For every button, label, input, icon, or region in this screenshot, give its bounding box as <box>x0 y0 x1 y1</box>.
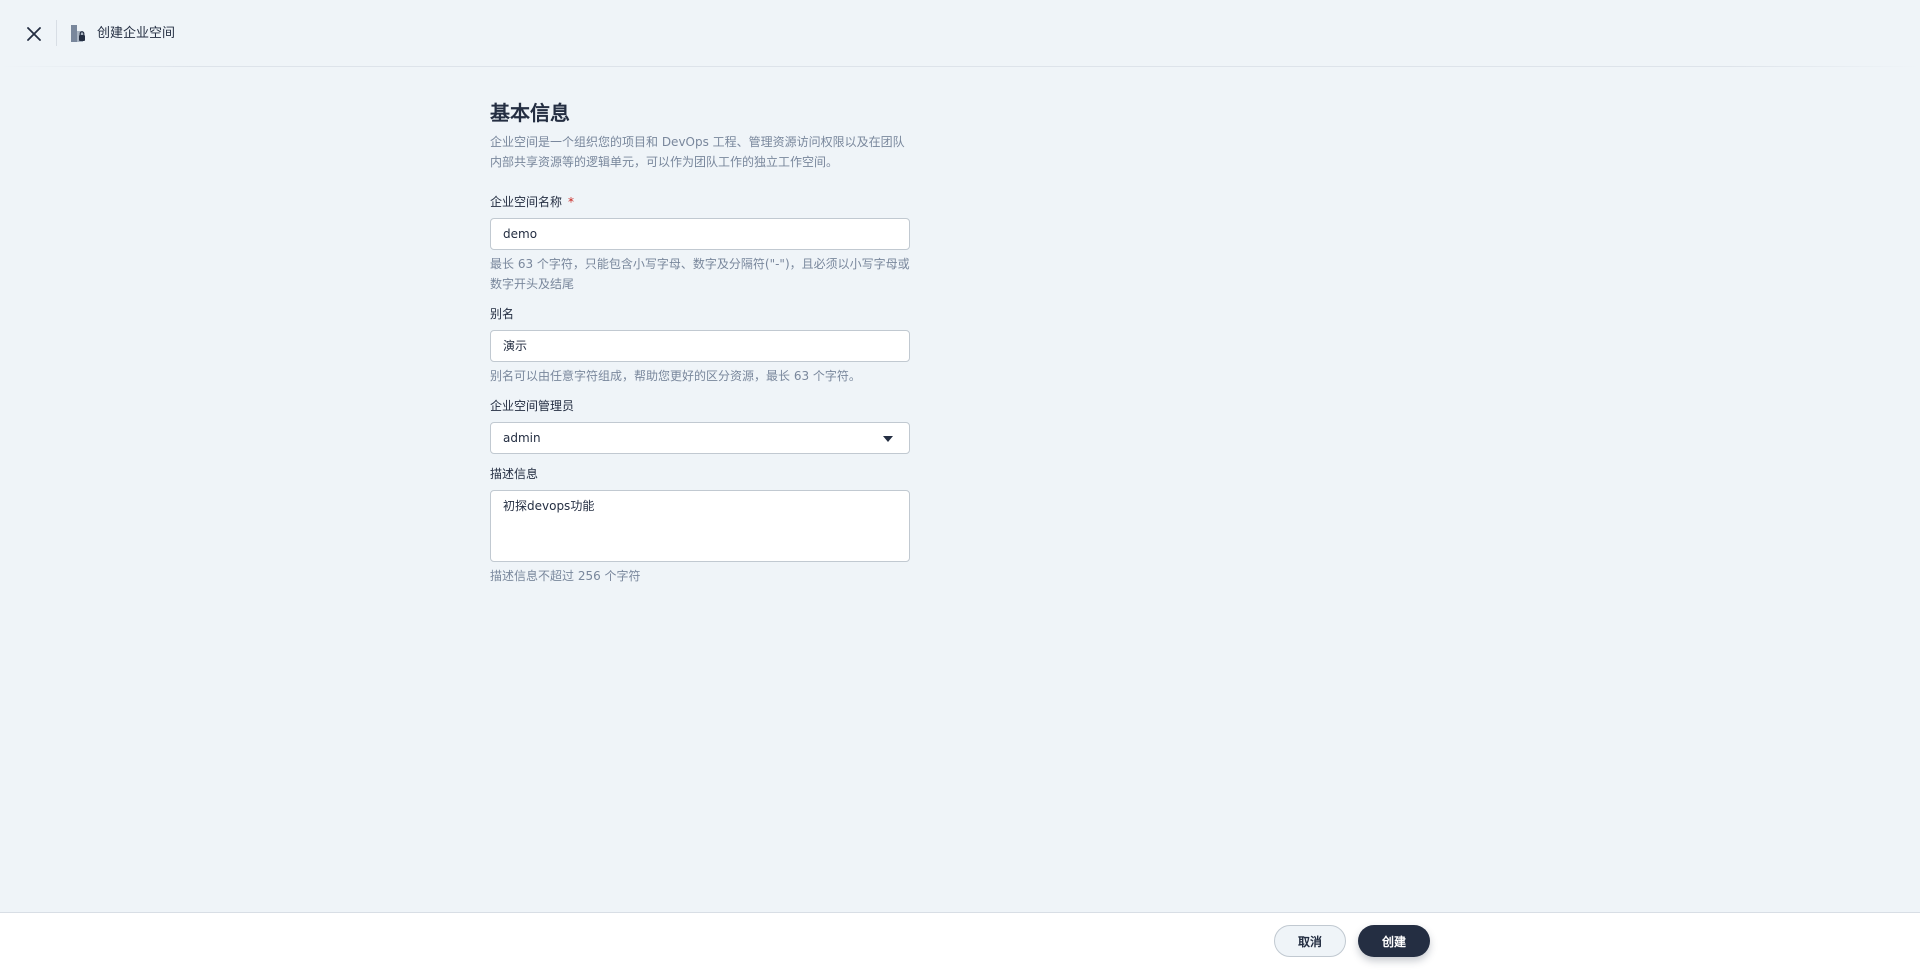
alias-field-group: 别名 演示 别名可以由任意字符组成，帮助您更好的区分资源，最长 63 个字符。 <box>490 306 910 386</box>
name-label-row: 企业空间名称 * <box>490 194 910 210</box>
alias-input[interactable]: 演示 <box>490 330 910 362</box>
chevron-down-icon <box>883 436 893 442</box>
name-field-group: 企业空间名称 * demo 最长 63 个字符，只能包含小写字母、数字及分隔符("… <box>490 194 910 294</box>
name-hint: 最长 63 个字符，只能包含小写字母、数字及分隔符("-")，且必须以小写字母或… <box>490 257 910 291</box>
enterprise-space-icon <box>71 25 85 42</box>
manager-label: 企业空间管理员 <box>490 399 575 413</box>
manager-field-group: 企业空间管理员 admin <box>490 398 910 454</box>
manager-select[interactable]: admin <box>490 422 910 454</box>
workspace-name-input[interactable]: demo <box>490 218 910 250</box>
alias-label: 别名 <box>490 307 515 321</box>
cancel-button[interactable]: 取消 <box>1274 925 1346 957</box>
description-textarea[interactable]: 初探devops功能 <box>490 490 910 562</box>
page-title: 创建企业空间 <box>97 26 176 41</box>
name-label: 企业空间名称 <box>490 195 563 209</box>
header-divider <box>56 20 57 46</box>
description-field-group: 描述信息 初探devops功能 描述信息不超过 256 个字符 <box>490 466 910 586</box>
top-bar: 创建企业空间 <box>0 0 1920 68</box>
section-description: 企业空间是一个组织您的项目和 DevOps 工程、管理资源访问权限以及在团队内部… <box>490 135 905 169</box>
required-mark: * <box>568 195 575 209</box>
description-label: 描述信息 <box>490 467 539 481</box>
create-button[interactable]: 创建 <box>1358 925 1430 957</box>
close-icon <box>27 27 41 41</box>
section-title: 基本信息 <box>490 101 570 125</box>
footer-bar: 取消 创建 <box>0 912 1920 970</box>
close-button[interactable] <box>22 22 46 46</box>
description-hint: 描述信息不超过 256 个字符 <box>490 569 641 583</box>
alias-hint: 别名可以由任意字符组成，帮助您更好的区分资源，最长 63 个字符。 <box>490 369 861 383</box>
header-separator <box>0 66 1920 67</box>
workspace-form: 基本信息 企业空间是一个组织您的项目和 DevOps 工程、管理资源访问权限以及… <box>490 98 910 586</box>
manager-selected-value: admin <box>503 431 541 445</box>
